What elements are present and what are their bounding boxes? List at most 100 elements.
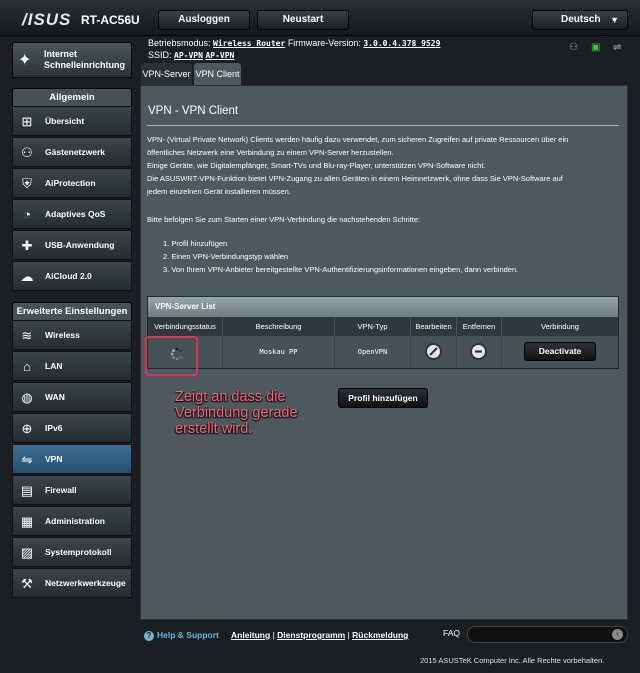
edit-icon[interactable] [425,343,442,360]
tab-vpn-client[interactable]: VPN Client [194,63,241,85]
users-icon[interactable]: ⚇ [569,42,578,53]
remove-icon[interactable] [470,343,487,360]
sidebar-item-lan[interactable]: ⌂ LAN [12,351,132,381]
copyright: 2015 ASUSTeK Computer Inc. Alle Rechte v… [420,656,605,665]
ssid-info: SSID: AP-VPN AP-VPN [148,50,234,60]
ssid-5-link[interactable]: AP-VPN [205,51,234,60]
status-icons: ⚇ ▣ ⇌ [569,42,629,56]
deactivate-button[interactable]: Deactivate [524,342,596,361]
feedback-link[interactable]: Rückmeldung [352,630,408,640]
globe-icon: ◍ [21,390,33,405]
sidebar-item-guest-network[interactable]: ⚇ Gästenetzwerk [12,137,132,167]
description-line-1: VPN- (Virtual Private Network) Clients w… [147,135,569,144]
ssid-24-link[interactable]: AP-VPN [174,51,203,60]
column-header-description: Beschreibung [223,317,335,336]
column-header-vpn-type: VPN-Typ [335,317,411,336]
usb-icon[interactable]: ⇌ [613,42,621,53]
network-map-icon: ⊞ [21,114,33,129]
edit-cell [411,336,457,368]
table-title: VPN-Server List [148,297,618,317]
qis-label: Internet Schnelleinrichtung [44,49,126,70]
faq-search-input[interactable]: › [467,626,628,643]
sidebar-item-adaptive-qos[interactable]: ◔ Adaptives QoS [12,199,132,229]
restart-button[interactable]: Neustart [257,10,349,30]
sidebar-item-ipv6[interactable]: ⊕ IPv6 [12,413,132,443]
general-section-header: Allgemein [12,88,132,108]
sidebar-item-wireless[interactable]: ≋ Wireless [12,320,132,350]
language-select[interactable]: Deutsch ▼ [532,10,628,30]
ssid-label: SSID: [148,50,172,60]
language-value: Deutsch [561,14,601,25]
ipv6-icon: ⊕ [21,421,33,436]
firmware-value-link[interactable]: 3.0.0.4.378_9529 [363,39,440,48]
utility-link[interactable]: Dienstprogramm [277,630,345,640]
sidebar-item-vpn[interactable]: ⇋ VPN [12,444,132,474]
search-go-icon[interactable]: › [612,629,623,640]
help-support-link[interactable]: ? Help & Support [144,630,219,641]
description-line-4: Die ASUSWRT-VPN-Funktion bietet VPN-Zuga… [147,174,563,183]
footer: ? Help & Support Anleitung | Dienstprogra… [140,622,630,650]
remove-cell [457,336,502,368]
description-line-2: öffentliches Netzwerk eine Verbindung zu… [147,148,394,157]
faq-label: FAQ [443,628,461,638]
manual-link[interactable]: Anleitung [231,630,270,640]
table-header-row: Verbindungsstatus Beschreibung VPN-Typ B… [148,317,618,336]
chevron-down-icon: ▼ [610,15,619,25]
vpn-server-list-table: VPN-Server List Verbindungsstatus Beschr… [147,296,619,369]
footer-links: Anleitung | Dienstprogramm | Rückmeldung [231,630,409,640]
tools-icon: ⚒ [21,576,33,591]
mode-info: Betriebsmodus: Wireless Router Firmware-… [148,38,440,48]
vpn-type-cell: OpenVPN [335,336,411,368]
guest-network-icon: ⚇ [21,145,33,160]
shield-icon: ⛨ [22,176,32,191]
sidebar-item-network-tools[interactable]: ⚒ Netzwerkwerkzeuge [12,568,132,598]
sidebar-item-aicloud[interactable]: ☁ AiCloud 2.0 [12,261,132,291]
advanced-section-header: Erweiterte Einstellungen [12,302,132,322]
house-icon: ⌂ [23,359,31,374]
wifi-icon: ≋ [21,328,33,343]
network-status-icon[interactable]: ▣ [591,42,600,53]
description-cell: Moskau PP [223,336,335,368]
sidebar-item-wan[interactable]: ◍ WAN [12,382,132,412]
sidebar-item-administration[interactable]: ▦ Administration [12,506,132,536]
wand-icon: ✦ [18,52,32,69]
column-header-edit: Bearbeiten [411,317,457,336]
page-title: VPN - VPN Client [148,105,239,117]
column-header-remove: Entfernen [457,317,502,336]
sidebar-item-aiprotection[interactable]: ⛨ AiProtection [12,168,132,198]
annotation-callout: Zeigt an dass die Verbindung gerade erst… [175,389,298,437]
step-3: 3. Von Ihrem VPN-Anbieter bereitgestellt… [163,265,519,274]
firmware-label: Firmware-Version: [287,38,361,48]
title-divider [147,125,619,126]
status-highlight-box [145,336,198,376]
puzzle-icon: ✚ [21,238,33,253]
top-bar: /ISUS RT-AC56U Ausloggen Neustart Deutsc… [0,0,640,36]
cloud-icon: ☁ [20,269,34,284]
sidebar-item-overview[interactable]: ⊞ Übersicht [12,106,132,136]
sidebar-item-system-log[interactable]: ▨ Systemprotokoll [12,537,132,567]
add-profile-button[interactable]: Profil hinzufügen [338,388,428,408]
vpn-icon: ⇋ [21,452,33,467]
steps-intro: Bitte befolgen Sie zum Starten einer VPN… [147,215,421,224]
sidebar-item-firewall[interactable]: ▤ Firewall [12,475,132,505]
asus-logo: /ISUS [22,10,72,29]
step-2: 2. Einen VPN-Verbindungstyp wählen [163,252,289,261]
sidebar-item-usb[interactable]: ✚ USB-Anwendung [12,230,132,260]
logout-button[interactable]: Ausloggen [158,10,250,30]
tab-vpn-server[interactable]: VPN-Server [141,63,192,85]
speedometer-icon: ◔ [23,207,31,222]
description-line-5: jedem einzelnen Gerät installieren müsse… [147,187,291,196]
column-header-connection: Verbindung [541,322,579,331]
quick-internet-setup-button[interactable]: ✦ Internet Schnelleinrichtung [12,42,132,78]
admin-icon: ▦ [20,514,34,529]
log-icon: ▨ [20,545,34,560]
step-1: 1. Profil hinzufügen [163,239,228,248]
mode-value-link[interactable]: Wireless Router [213,39,285,48]
mode-label: Betriebsmodus: [148,38,211,48]
model-name: RT-AC56U [81,13,140,27]
question-icon: ? [144,631,154,641]
firewall-icon: ▤ [20,483,34,498]
column-header-status: Verbindungsstatus [148,317,223,336]
table-row: Moskau PP OpenVPN Deactivate [148,336,618,368]
description-line-3: Einige Geräte, wie Digitalempfänger, Sma… [147,161,486,170]
